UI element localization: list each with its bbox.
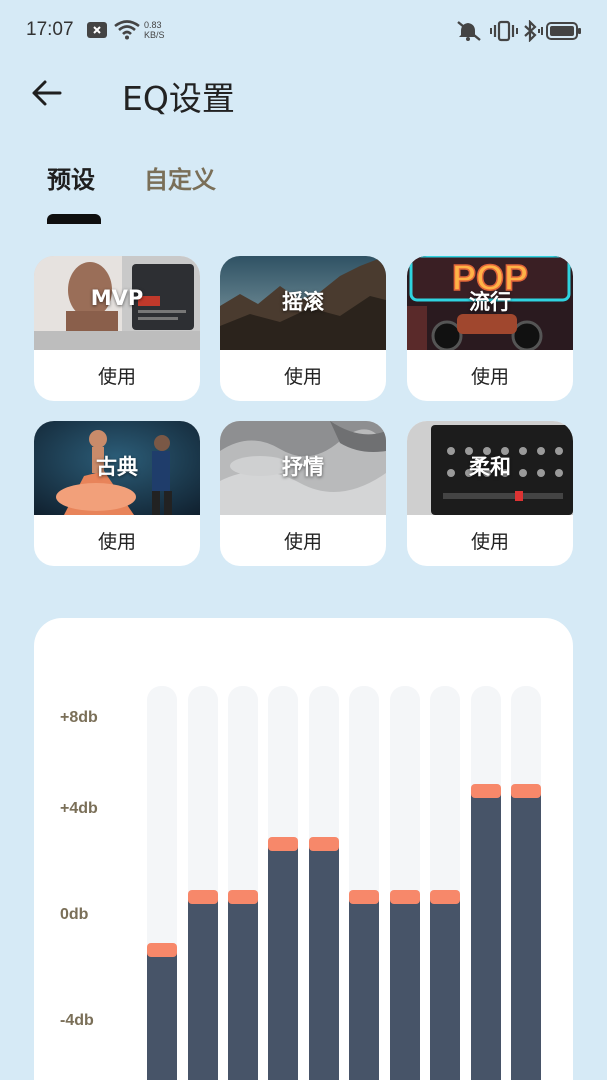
battery-icon (546, 20, 582, 46)
db-label-minus4: -4db (60, 1012, 94, 1029)
eq-band-level (390, 900, 420, 1080)
preset-card-lyrical[interactable]: 抒情 使用 (220, 421, 386, 566)
eq-band-level (147, 953, 177, 1080)
eq-band-handle[interactable] (188, 890, 218, 904)
mute-icon (456, 20, 484, 46)
db-label-zero: 0db (60, 906, 89, 923)
preset-name: MVP (90, 286, 144, 310)
eq-band-level (349, 900, 379, 1080)
eq-band-handle[interactable] (349, 890, 379, 904)
page-title: EQ设置 (122, 79, 235, 118)
tab-presets[interactable]: 预设 (47, 160, 95, 195)
eq-band-handle[interactable] (511, 784, 541, 798)
arrow-left-icon (32, 80, 62, 106)
db-label-plus8: +8db (60, 709, 98, 726)
use-button[interactable]: 使用 (220, 527, 386, 554)
net-speed-value: 0.83 (144, 20, 162, 30)
back-button[interactable] (30, 76, 64, 110)
eq-band-level (309, 847, 339, 1080)
eq-band-level (228, 900, 258, 1080)
preset-name: 古典 (96, 455, 138, 479)
eq-band-level (511, 794, 541, 1080)
bluetooth-icon (521, 19, 545, 46)
eq-band-handle[interactable] (430, 890, 460, 904)
tab-custom[interactable]: 自定义 (144, 160, 216, 195)
use-button[interactable]: 使用 (220, 362, 386, 389)
preset-card-classical[interactable]: 古典 使用 (34, 421, 200, 566)
net-speed: 0.83 KB/S (144, 20, 165, 40)
status-time: 17:07 (26, 19, 74, 40)
use-button[interactable]: 使用 (407, 362, 573, 389)
preset-name: 柔和 (469, 455, 511, 479)
eq-band-handle[interactable] (309, 837, 339, 851)
net-speed-unit: KB/S (144, 30, 165, 40)
db-label-plus4: +4db (60, 800, 98, 817)
preset-card-rock[interactable]: 摇滚 使用 (220, 256, 386, 401)
notification-box-icon (86, 20, 108, 44)
preset-name: 抒情 (282, 455, 324, 479)
use-button[interactable]: 使用 (34, 527, 200, 554)
eq-band-level (471, 794, 501, 1080)
eq-band-handle[interactable] (390, 890, 420, 904)
preset-card-pop[interactable]: POP 流行 使用 (407, 256, 573, 401)
eq-band-handle[interactable] (228, 890, 258, 904)
preset-card-soft[interactable]: 柔和 使用 (407, 421, 573, 566)
wifi-icon (114, 20, 140, 44)
preset-name: 摇滚 (282, 290, 324, 314)
status-bar: 17:07 0.83 KB/S (0, 0, 607, 60)
use-button[interactable]: 使用 (407, 527, 573, 554)
eq-band-level (188, 900, 218, 1080)
eq-band-handle[interactable] (268, 837, 298, 851)
eq-band-level (430, 900, 460, 1080)
preset-name: 流行 (469, 290, 511, 314)
preset-card-mvp[interactable]: MVP 使用 (34, 256, 200, 401)
eq-band-handle[interactable] (471, 784, 501, 798)
vibrate-icon (490, 20, 518, 46)
use-button[interactable]: 使用 (34, 362, 200, 389)
eq-band-handle[interactable] (147, 943, 177, 957)
eq-band-level (268, 847, 298, 1080)
tab-indicator (47, 214, 101, 224)
